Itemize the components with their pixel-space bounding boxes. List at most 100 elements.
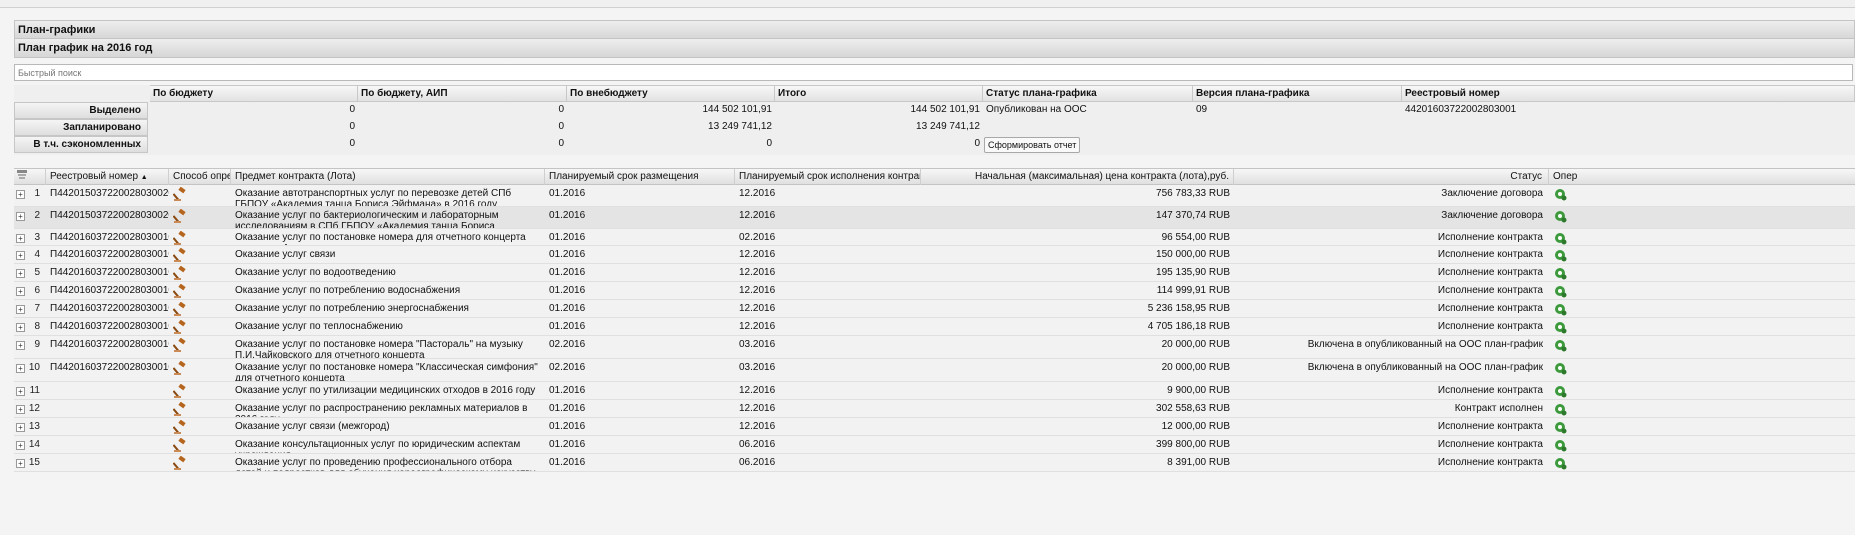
contract-subject: Оказание услуг по постановке номера для … <box>235 232 526 245</box>
table-row[interactable]: +3 П44201603722002803001000001 Оказание ус… <box>14 229 1855 246</box>
operations-gear-icon[interactable] <box>1549 264 1579 281</box>
column-settings-icon[interactable] <box>14 169 46 185</box>
operations-gear-icon[interactable] <box>1549 436 1579 453</box>
table-row[interactable]: +2 П44201503722002803002000056 Оказание ус… <box>14 207 1855 229</box>
registry-number: П44201503722002803002000056 <box>50 210 169 221</box>
operations-gear-icon[interactable] <box>1549 359 1579 381</box>
row-expand-button[interactable]: + <box>16 364 25 373</box>
hammer-icon[interactable] <box>169 436 231 453</box>
operations-gear-icon[interactable] <box>1549 300 1579 317</box>
execution-date: 12.2016 <box>739 303 776 314</box>
hammer-icon[interactable] <box>169 282 231 299</box>
table-row[interactable]: +12 Оказание услуг по распространению рек… <box>14 400 1855 418</box>
table-row[interactable]: +13 Оказание услуг связи (межгород) 01.201… <box>14 418 1855 436</box>
operations-gear-icon[interactable] <box>1549 382 1579 399</box>
row-number: 12 <box>28 403 40 414</box>
hammer-icon[interactable] <box>169 229 231 245</box>
table-row[interactable]: +14 Оказание консультационных услуг по юр… <box>14 436 1855 454</box>
operations-gear-icon[interactable] <box>1549 185 1579 206</box>
table-row[interactable]: +9 П44201603722002803001000007 Оказание ус… <box>14 336 1855 359</box>
hammer-icon[interactable] <box>169 185 231 206</box>
column-header-method[interactable]: Способ опре... <box>169 169 231 185</box>
row-expand-button[interactable]: + <box>16 212 25 221</box>
table-row[interactable]: +8 П44201603722002803001000006 Оказание ус… <box>14 318 1855 336</box>
row-expand-button[interactable]: + <box>16 190 25 199</box>
table-row[interactable]: +5 П44201603722002803001000003 Оказание ус… <box>14 264 1855 282</box>
row-expand-button[interactable]: + <box>16 387 25 396</box>
contract-subject: Оказание услуг по водоотведению <box>235 267 396 278</box>
contract-price: 12 000,00 RUB <box>1161 421 1230 432</box>
row-expand-button[interactable]: + <box>16 234 25 243</box>
operations-gear-icon[interactable] <box>1549 229 1579 245</box>
column-header-price[interactable]: Начальная (максимальная) цена контракта … <box>921 169 1234 185</box>
execution-date: 12.2016 <box>739 403 776 414</box>
hammer-icon[interactable] <box>169 400 231 417</box>
row-expand-button[interactable]: + <box>16 305 25 314</box>
table-row[interactable]: +15 Оказание услуг по проведению професси… <box>14 454 1855 472</box>
row-expand-button[interactable]: + <box>16 269 25 278</box>
hammer-icon[interactable] <box>169 454 231 471</box>
summary-label-allocated: Выделено <box>14 102 148 119</box>
row-number: 14 <box>28 439 40 450</box>
row-expand-button[interactable]: + <box>16 405 25 414</box>
placement-date: 01.2016 <box>549 439 586 450</box>
contract-subject: Оказание услуг по проведению профессиона… <box>235 457 535 471</box>
contract-price: 9 900,00 RUB <box>1167 385 1230 396</box>
hammer-icon[interactable] <box>169 246 231 263</box>
hammer-icon[interactable] <box>169 336 231 358</box>
summary-value: 13 249 741,12 <box>708 121 772 132</box>
quick-search-input[interactable] <box>14 64 1853 81</box>
operations-gear-icon[interactable] <box>1549 400 1579 417</box>
column-header-execution-date[interactable]: Планируемый срок исполнения контракта <box>735 169 921 185</box>
placement-date: 01.2016 <box>549 210 586 221</box>
contract-subject: Оказание автотранспортных услуг по перев… <box>235 188 512 206</box>
row-expand-button[interactable]: + <box>16 459 25 468</box>
operations-gear-icon[interactable] <box>1549 207 1579 228</box>
table-row[interactable]: +6 П44201603722002803001000004 Оказание ус… <box>14 282 1855 300</box>
hammer-icon[interactable] <box>169 382 231 399</box>
row-number: 7 <box>34 303 40 314</box>
operations-gear-icon[interactable] <box>1549 246 1579 263</box>
row-expand-button[interactable]: + <box>16 251 25 260</box>
row-number: 11 <box>29 385 40 396</box>
summary-header-budget: По бюджету <box>150 85 358 102</box>
registry-number <box>46 436 169 453</box>
hammer-icon[interactable] <box>169 359 231 381</box>
row-expand-button[interactable]: + <box>16 341 25 350</box>
row-expand-button[interactable]: + <box>16 423 25 432</box>
status-label: Исполнение контракта <box>1437 267 1543 278</box>
row-number: 6 <box>34 285 40 296</box>
generate-report-button[interactable]: Сформировать отчет <box>984 137 1081 153</box>
column-header-status[interactable]: Статус <box>1234 169 1549 185</box>
contract-price: 20 000,00 RUB <box>1161 339 1230 350</box>
operations-gear-icon[interactable] <box>1549 418 1579 435</box>
row-expand-button[interactable]: + <box>16 441 25 450</box>
table-row[interactable]: +10 П44201603722002803001000008 Оказание у… <box>14 359 1855 382</box>
row-expand-button[interactable]: + <box>16 287 25 296</box>
operations-gear-icon[interactable] <box>1549 454 1579 471</box>
summary-value: 0 <box>349 121 355 132</box>
hammer-icon[interactable] <box>169 300 231 317</box>
contract-subject: Оказание услуг по постановке номера "Кла… <box>235 362 538 381</box>
hammer-icon[interactable] <box>169 207 231 228</box>
table-row[interactable]: +11 Оказание услуг по утилизации медицинс… <box>14 382 1855 400</box>
execution-date: 06.2016 <box>739 439 776 450</box>
operations-gear-icon[interactable] <box>1549 336 1579 358</box>
table-row[interactable]: +7 П44201603722002803001000005 Оказание ус… <box>14 300 1855 318</box>
registry-number <box>46 418 169 435</box>
column-header-placement-date[interactable]: Планируемый срок размещения <box>545 169 735 185</box>
column-header-subject[interactable]: Предмет контракта (Лота) <box>231 169 545 185</box>
column-header-operations[interactable]: Опер <box>1549 169 1855 185</box>
summary-header-offbudget: По внебюджету <box>567 85 775 102</box>
hammer-icon[interactable] <box>169 418 231 435</box>
operations-gear-icon[interactable] <box>1549 318 1579 335</box>
operations-gear-icon[interactable] <box>1549 282 1579 299</box>
row-expand-button[interactable]: + <box>16 323 25 332</box>
grid-header: Реестровый номер ▲ Способ опре... Предме… <box>14 168 1855 185</box>
execution-date: 12.2016 <box>739 210 776 221</box>
hammer-icon[interactable] <box>169 264 231 281</box>
table-row[interactable]: +4 П44201603722002803001000002 Оказание ус… <box>14 246 1855 264</box>
table-row[interactable]: +1 П44201503722002803002000055 Оказание ав… <box>14 185 1855 207</box>
hammer-icon[interactable] <box>169 318 231 335</box>
column-header-registry[interactable]: Реестровый номер ▲ <box>46 169 169 185</box>
